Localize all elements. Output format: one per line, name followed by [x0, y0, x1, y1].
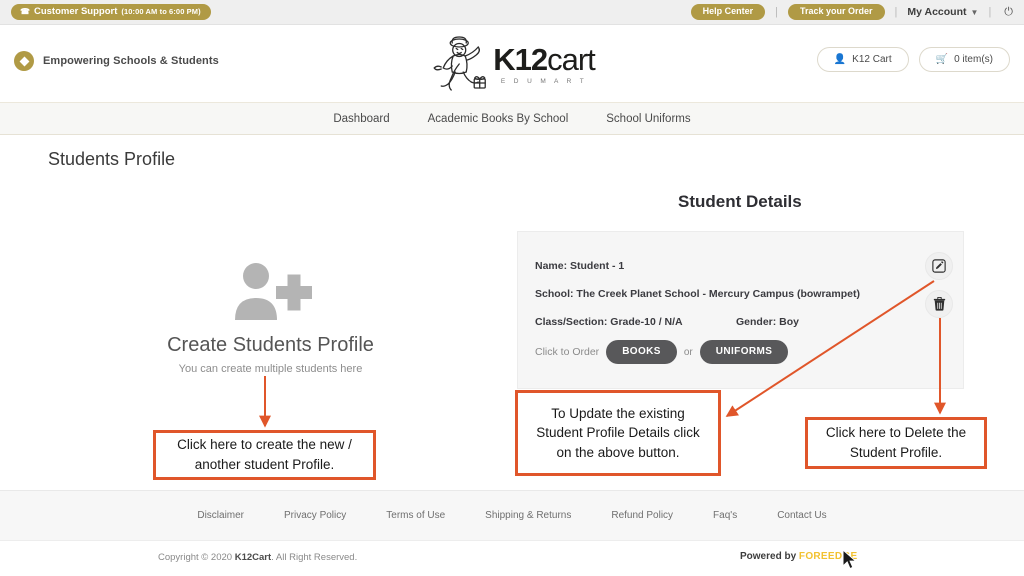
- footer-links: Disclaimer Privacy Policy Terms of Use S…: [0, 490, 1024, 540]
- user-icon: 👤: [833, 54, 847, 65]
- my-account-label: My Account: [907, 6, 967, 18]
- create-profile-title: Create Students Profile: [167, 334, 374, 356]
- tagline-text: Empowering Schools & Students: [43, 55, 219, 67]
- my-account-menu[interactable]: My Account ▼: [907, 6, 978, 18]
- create-profile-subtitle: You can create multiple students here: [178, 363, 363, 375]
- create-student-profile-panel[interactable]: Create Students Profile You can create m…: [148, 262, 393, 375]
- account-cart-button[interactable]: 👤 K12 Cart: [816, 47, 909, 72]
- annotation-update-line1: To Update the existing: [551, 405, 685, 421]
- order-books-button[interactable]: BOOKS: [606, 340, 677, 364]
- student-details-heading: Student Details: [678, 192, 802, 211]
- copyright-suffix: . All Right Reserved.: [271, 552, 358, 563]
- logo-subtitle: E D U M A R T: [500, 77, 588, 85]
- order-uniforms-button[interactable]: UNIFORMS: [699, 340, 789, 364]
- track-order-button[interactable]: Track your Order: [787, 4, 885, 20]
- cart-items-button[interactable]: 🛒 0 item(s): [918, 47, 1010, 72]
- footer-link-privacy-policy[interactable]: Privacy Policy: [284, 510, 346, 521]
- site-logo[interactable]: K12cart E D U M A R T: [429, 35, 596, 93]
- brand-tagline: Empowering Schools & Students: [14, 51, 219, 71]
- site-header: Empowering Schools & Students K12cart E …: [0, 25, 1024, 103]
- footer-link-shipping-returns[interactable]: Shipping & Returns: [485, 510, 571, 521]
- copyright-text: Copyright © 2020 K12Cart. All Right Rese…: [158, 552, 357, 563]
- annotation-delete-line1: Click here to Delete the: [825, 425, 967, 441]
- customer-support-pill[interactable]: ☎ Customer Support (10:00 AM to 6:00 PM): [11, 3, 211, 21]
- logo-main-part2: cart: [547, 41, 596, 77]
- annotation-create-line1: Click here to create the new /: [177, 437, 352, 453]
- edit-student-button[interactable]: [925, 252, 953, 280]
- annotation-create-line2: another student Profile.: [194, 457, 335, 472]
- phone-icon: ☎: [20, 6, 30, 16]
- student-details-card: Name: Student - 1 School: The Creek Plan…: [517, 231, 964, 389]
- mascot-icon: [433, 36, 486, 91]
- copyright-brand: K12Cart: [234, 552, 272, 563]
- trash-icon: [933, 297, 945, 311]
- power-logout-icon[interactable]: ⏻: [1001, 6, 1013, 19]
- order-prefix-label: Click to Order: [535, 346, 600, 358]
- page-title: Students Profile: [48, 149, 176, 169]
- account-cart-label: K12 Cart: [852, 54, 892, 65]
- student-class-section: Class/Section: Grade-10 / N/A: [535, 316, 683, 328]
- nav-item-academic-books[interactable]: Academic Books By School: [428, 113, 569, 125]
- logo-main-part1: K12: [493, 41, 548, 77]
- customer-support-label: Customer Support: [33, 5, 118, 17]
- edit-pencil-icon: [932, 259, 946, 273]
- delete-student-button[interactable]: [925, 290, 953, 318]
- basket-icon: 🛒: [935, 54, 949, 65]
- nav-item-school-uniforms[interactable]: School Uniforms: [606, 113, 690, 125]
- help-center-button[interactable]: Help Center: [690, 4, 766, 20]
- divider: |: [894, 6, 898, 18]
- add-person-icon: [148, 262, 393, 324]
- nav-item-dashboard[interactable]: Dashboard: [333, 113, 389, 125]
- top-utility-bar: ☎ Customer Support (10:00 AM to 6:00 PM)…: [0, 0, 1024, 25]
- student-school: School: The Creek Planet School - Mercur…: [535, 288, 860, 300]
- student-name: Name: Student - 1: [535, 260, 625, 272]
- top-right-actions: Help Center | Track your Order | My Acco…: [690, 4, 1024, 20]
- footer-link-refund-policy[interactable]: Refund Policy: [611, 510, 673, 521]
- diamond-logo-icon: [14, 51, 34, 71]
- or-label: or: [683, 346, 693, 358]
- annotation-delete-line2: Student Profile.: [849, 445, 943, 460]
- footer-bottom-bar: Copyright © 2020 K12Cart. All Right Rese…: [0, 540, 1024, 576]
- footer-link-disclaimer[interactable]: Disclaimer: [197, 510, 244, 521]
- footer-link-terms-of-use[interactable]: Terms of Use: [386, 510, 445, 521]
- annotation-update-profile: To Update the existing Student Profile D…: [515, 390, 721, 476]
- annotation-create-profile: Click here to create the new / another s…: [153, 430, 376, 480]
- powered-by-text: Powered by FOREEDGE: [740, 551, 857, 562]
- page-root: ☎ Customer Support (10:00 AM to 6:00 PM)…: [0, 0, 1024, 576]
- header-actions: 👤 K12 Cart 🛒 0 item(s): [816, 47, 1010, 72]
- annotation-update-line3: on the above button.: [556, 444, 680, 460]
- customer-support-hours: (10:00 AM to 6:00 PM): [121, 6, 201, 16]
- order-actions-row: Click to Order BOOKS or UNIFORMS: [535, 340, 789, 364]
- mouse-cursor-icon: [842, 549, 857, 570]
- student-gender: Gender: Boy: [736, 316, 800, 328]
- annotation-update-line2: Student Profile Details click: [536, 425, 700, 441]
- divider: |: [988, 6, 992, 18]
- divider: |: [775, 6, 778, 18]
- cart-items-label: 0 item(s): [954, 54, 993, 65]
- footer-link-contact-us[interactable]: Contact Us: [777, 510, 826, 521]
- copyright-prefix: Copyright © 2020: [158, 552, 235, 563]
- main-navigation: Dashboard Academic Books By School Schoo…: [0, 103, 1024, 135]
- footer-link-faqs[interactable]: Faq's: [713, 510, 737, 521]
- chevron-down-icon: ▼: [970, 7, 979, 17]
- powered-prefix: Powered by: [740, 551, 799, 562]
- annotation-delete-profile: Click here to Delete the Student Profile…: [805, 417, 987, 469]
